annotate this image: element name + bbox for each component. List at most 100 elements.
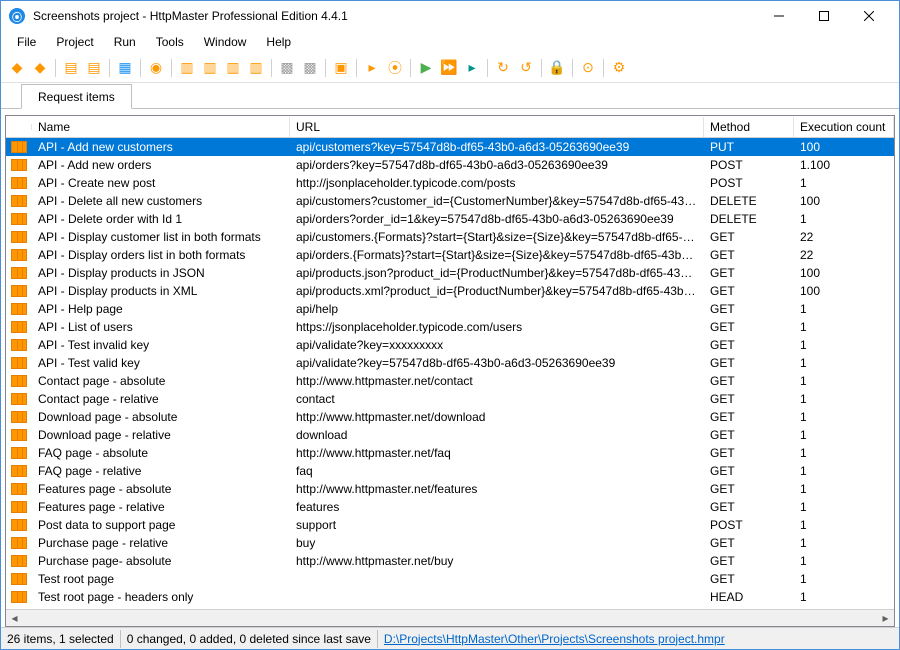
cell-name: Download page - relative xyxy=(32,427,290,443)
table-row[interactable]: API - Create new posthttp://jsonplacehol… xyxy=(6,174,894,192)
edit-group-icon[interactable]: ▥ xyxy=(200,58,220,78)
settings-icon[interactable]: ⚙ xyxy=(609,58,629,78)
cell-name: Purchase page- absolute xyxy=(32,553,290,569)
table-row[interactable]: Test root pageGET1 xyxy=(6,570,894,588)
cell-url: http://www.httpmaster.net/buy xyxy=(290,553,704,569)
table-row[interactable]: API - Add new ordersapi/orders?key=57547… xyxy=(6,156,894,174)
cell-url: api/validate?key=xxxxxxxxx xyxy=(290,337,704,353)
remove-group-icon[interactable]: ▥ xyxy=(246,58,266,78)
table-row[interactable]: API - Test valid keyapi/validate?key=575… xyxy=(6,354,894,372)
cell-method: GET xyxy=(704,229,794,245)
new-item-icon[interactable]: ▤ xyxy=(61,58,81,78)
close-button[interactable] xyxy=(846,2,891,30)
col-icon-header[interactable] xyxy=(6,124,32,130)
maximize-button[interactable] xyxy=(801,2,846,30)
table-row[interactable]: FAQ page - absolutehttp://www.httpmaster… xyxy=(6,444,894,462)
cell-name: FAQ page - relative xyxy=(32,463,290,479)
loop2-icon[interactable]: ↺ xyxy=(516,58,536,78)
cell-url: buy xyxy=(290,535,704,551)
table-row[interactable]: API - Display products in JSONapi/produc… xyxy=(6,264,894,282)
toolbar-separator xyxy=(410,59,411,77)
table-row[interactable]: Contact page - relativecontactGET1 xyxy=(6,390,894,408)
col-name-header[interactable]: Name xyxy=(32,117,290,137)
delete-item-icon[interactable]: ▤ xyxy=(84,58,104,78)
gray1-icon[interactable]: ▩ xyxy=(277,58,297,78)
new-project-icon[interactable]: ◆ xyxy=(7,58,27,78)
menu-help[interactable]: Help xyxy=(256,33,301,51)
table-row[interactable]: Features page - relativefeaturesGET1 xyxy=(6,498,894,516)
minimize-button[interactable] xyxy=(756,2,801,30)
menu-run[interactable]: Run xyxy=(104,33,146,51)
col-method-header[interactable]: Method xyxy=(704,117,794,137)
table-row[interactable]: API - Delete all new customersapi/custom… xyxy=(6,192,894,210)
table-row[interactable]: Purchase page - relativebuyGET1 xyxy=(6,534,894,552)
cell-method: GET xyxy=(704,265,794,281)
loop1-icon[interactable]: ↻ xyxy=(493,58,513,78)
menu-project[interactable]: Project xyxy=(46,33,103,51)
table-row[interactable]: API - Help pageapi/helpGET1 xyxy=(6,300,894,318)
item-type-icon xyxy=(6,483,32,495)
cell-name: Purchase page - relative xyxy=(32,535,290,551)
table-row[interactable]: API - Display orders list in both format… xyxy=(6,246,894,264)
table-row[interactable]: FAQ page - relativefaqGET1 xyxy=(6,462,894,480)
scroll-left-icon[interactable]: ◂ xyxy=(6,610,23,627)
table-row[interactable]: API - Display customer list in both form… xyxy=(6,228,894,246)
toolbar-separator xyxy=(55,59,56,77)
batches-icon[interactable]: ▣ xyxy=(331,58,351,78)
play-config-icon[interactable]: ⊙ xyxy=(578,58,598,78)
col-url-header[interactable]: URL xyxy=(290,117,704,137)
save-icon[interactable]: ◉ xyxy=(146,58,166,78)
cell-exec: 22 xyxy=(794,247,894,263)
cell-url: support xyxy=(290,517,704,533)
menu-tools[interactable]: Tools xyxy=(146,33,194,51)
cell-method: GET xyxy=(704,373,794,389)
request-grid: Name URL Method Execution count API - Ad… xyxy=(5,115,895,627)
item-type-icon xyxy=(6,573,32,585)
table-row[interactable]: API - Test invalid keyapi/validate?key=x… xyxy=(6,336,894,354)
cell-name: API - Delete all new customers xyxy=(32,193,290,209)
cell-url: download xyxy=(290,427,704,443)
table-row[interactable]: Download page - relativedownloadGET1 xyxy=(6,426,894,444)
cell-name: FAQ page - absolute xyxy=(32,445,290,461)
table-row[interactable]: API - List of usershttps://jsonplacehold… xyxy=(6,318,894,336)
table-row[interactable]: API - Delete order with Id 1api/orders?o… xyxy=(6,210,894,228)
table-row[interactable]: API - Add new customersapi/customers?key… xyxy=(6,138,894,156)
tab-request-items[interactable]: Request items xyxy=(21,84,132,109)
menu-window[interactable]: Window xyxy=(194,33,257,51)
cell-url: api/products.xml?product_id={ProductNumb… xyxy=(290,283,704,299)
add-group-icon[interactable]: ▥ xyxy=(177,58,197,78)
cell-url: features xyxy=(290,499,704,515)
table-row[interactable]: Test root page - headers onlyHEAD1 xyxy=(6,588,894,606)
open-project-icon[interactable]: ◆ xyxy=(30,58,50,78)
table-row[interactable]: Purchase page- absolutehttp://www.httpma… xyxy=(6,552,894,570)
run-selection-icon[interactable]: ▸ xyxy=(362,58,382,78)
cell-exec: 1 xyxy=(794,553,894,569)
table-row[interactable]: API - Display products in XMLapi/product… xyxy=(6,282,894,300)
gray2-icon[interactable]: ▩ xyxy=(300,58,320,78)
col-exec-header[interactable]: Execution count xyxy=(794,117,894,137)
table-row[interactable]: Post data to support pagesupportPOST1 xyxy=(6,516,894,534)
status-path-link[interactable]: D:\Projects\HttpMaster\Other\Projects\Sc… xyxy=(378,630,731,648)
status-counts: 26 items, 1 selected xyxy=(1,630,121,648)
grid-body[interactable]: API - Add new customersapi/customers?key… xyxy=(6,138,894,609)
run-icon[interactable]: ▶ xyxy=(416,58,436,78)
run-all-icon[interactable]: ⏩ xyxy=(439,58,459,78)
scroll-right-icon[interactable]: ▸ xyxy=(877,610,894,627)
cell-url: api/products.json?product_id={ProductNum… xyxy=(290,265,704,281)
item-type-icon xyxy=(6,177,32,189)
horizontal-scrollbar[interactable]: ◂ ▸ xyxy=(6,609,894,626)
lock-icon[interactable]: 🔒 xyxy=(547,58,567,78)
menubar: File Project Run Tools Window Help xyxy=(1,31,899,53)
cell-url: faq xyxy=(290,463,704,479)
copy-item-icon[interactable]: ▦ xyxy=(115,58,135,78)
list-group-icon[interactable]: ▥ xyxy=(223,58,243,78)
app-icon: ⦿ xyxy=(9,8,25,24)
table-row[interactable]: Contact page - absolutehttp://www.httpma… xyxy=(6,372,894,390)
run-mode-icon[interactable]: ⦿ xyxy=(385,58,405,78)
item-type-icon xyxy=(6,213,32,225)
table-row[interactable]: Features page - absolutehttp://www.httpm… xyxy=(6,480,894,498)
table-row[interactable]: Download page - absolutehttp://www.httpm… xyxy=(6,408,894,426)
menu-file[interactable]: File xyxy=(7,33,46,51)
run-one-icon[interactable]: ▸ xyxy=(462,58,482,78)
toolbar-separator xyxy=(572,59,573,77)
